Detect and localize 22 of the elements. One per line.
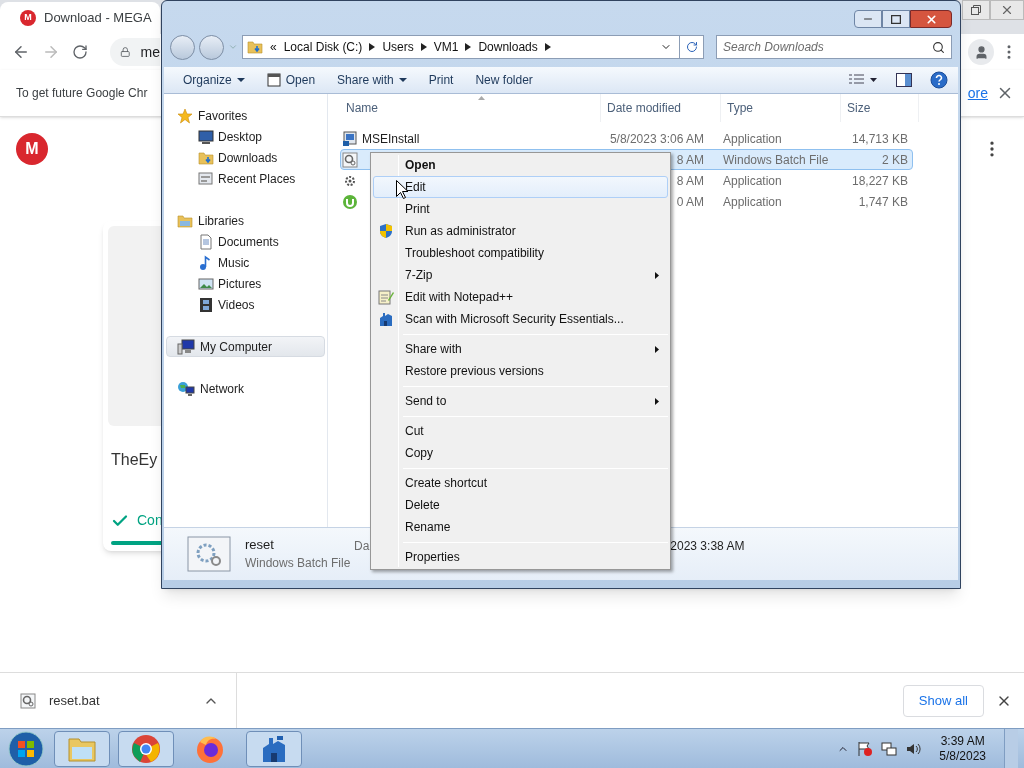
- size-cell-text: 18,227 KB: [850, 172, 908, 190]
- file-name: MSEInstall: [362, 130, 420, 148]
- date-cell-text: 0 AM: [675, 193, 705, 211]
- size-cell-text: 1,747 KB: [857, 193, 908, 211]
- date-cell-text: 8 AM: [675, 151, 705, 169]
- infobar-text: To get future Google Chr: [16, 85, 148, 102]
- logo: M: [16, 133, 48, 165]
- date-cell-text: 5/8/2023 3:06 AM: [608, 130, 705, 148]
- details-name: reset: [245, 536, 275, 554]
- details-label: Da: [354, 538, 370, 555]
- size-cell-text: 14,713 KB: [850, 130, 908, 148]
- type-cell-text: Application: [722, 130, 783, 148]
- size-cell-text: 2 KB: [881, 151, 908, 169]
- date-cell-text: 8 AM: [675, 172, 705, 190]
- tab-title: Download - MEGA: [44, 9, 152, 28]
- details-date: 2023 3:38 AM: [670, 538, 745, 555]
- type-cell-text: Application: [722, 172, 783, 190]
- type-cell-text: Application: [722, 193, 783, 211]
- details-type: Windows Batch File: [245, 555, 352, 572]
- type-cell-text: Windows Batch File: [722, 151, 830, 169]
- logo: M: [20, 10, 36, 26]
- card-title: TheEy: [111, 450, 159, 470]
